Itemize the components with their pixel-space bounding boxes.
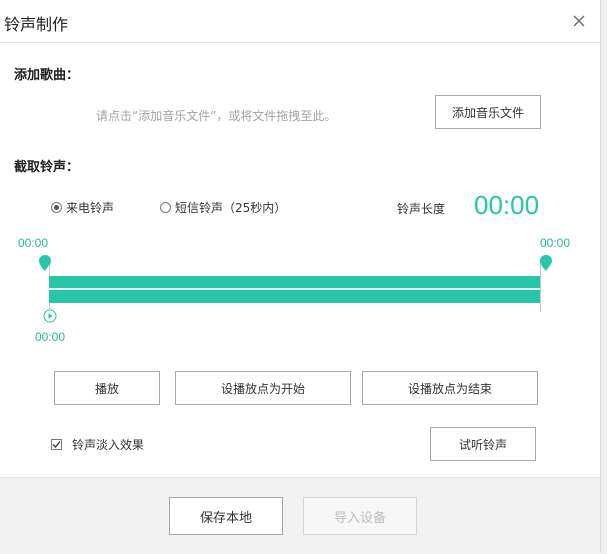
add-song-label: 添加歌曲： <box>14 68 80 83</box>
playhead-icon[interactable] <box>43 309 57 323</box>
dialog-footer <box>0 477 600 554</box>
radio-sms-ringtone[interactable]: 短信铃声（25秒内） <box>160 199 286 216</box>
ringtone-length-value: 00:00 <box>474 190 540 220</box>
set-end-button[interactable]: 设播放点为结束 <box>362 371 538 405</box>
set-start-button[interactable]: 设播放点为开始 <box>175 371 351 405</box>
close-button[interactable] <box>570 12 588 30</box>
ringtone-length-label: 铃声长度 <box>397 202 446 216</box>
end-handle-icon[interactable] <box>539 254 553 272</box>
radio-call-ringtone[interactable]: 来电铃声 <box>51 199 114 216</box>
fade-in-option[interactable]: 铃声淡入效果 <box>51 436 144 453</box>
end-time-label: 00:00 <box>540 236 571 250</box>
play-button[interactable]: 播放 <box>54 371 160 405</box>
track-center-line <box>49 288 540 290</box>
ringtone-dialog: 铃声制作 添加歌曲： 请点击“添加音乐文件”，或将文件拖拽至此。 添加音乐文件 … <box>0 0 601 554</box>
drop-hint: 请点击“添加音乐文件”，或将文件拖拽至此。 <box>96 109 337 123</box>
fade-in-label: 铃声淡入效果 <box>72 438 145 452</box>
radio-call-indicator[interactable] <box>51 202 62 213</box>
waveform-track[interactable] <box>49 276 540 303</box>
dialog-title: 铃声制作 <box>4 15 69 34</box>
checkmark-icon <box>52 441 61 448</box>
close-icon <box>573 15 585 27</box>
playhead-time-label: 00:00 <box>35 330 66 344</box>
add-music-file-button[interactable]: 添加音乐文件 <box>435 95 541 129</box>
preview-ringtone-button[interactable]: 试听铃声 <box>430 427 536 461</box>
radio-sms-label: 短信铃声（25秒内） <box>175 201 287 215</box>
fade-in-checkbox[interactable] <box>51 439 62 450</box>
import-device-button[interactable]: 导入设备 <box>303 497 417 535</box>
save-local-button[interactable]: 保存本地 <box>169 497 283 535</box>
start-time-label: 00:00 <box>18 236 49 250</box>
title-bar: 铃声制作 <box>0 0 600 43</box>
start-handle-icon[interactable] <box>38 254 52 272</box>
cut-ringtone-label: 截取铃声： <box>14 160 80 175</box>
radio-call-label: 来电铃声 <box>66 201 115 215</box>
radio-sms-indicator[interactable] <box>160 202 171 213</box>
